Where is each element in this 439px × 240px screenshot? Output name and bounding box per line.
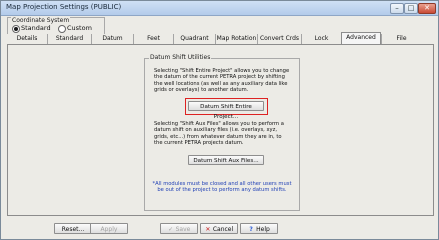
standard-radio[interactable] bbox=[12, 25, 20, 33]
save-button[interactable]: ✓ Save bbox=[160, 223, 198, 234]
apply-button[interactable]: Apply bbox=[90, 223, 128, 234]
reset-button[interactable]: Reset... bbox=[54, 223, 92, 234]
datum-shift-note: *All modules must be closed and all othe… bbox=[152, 181, 292, 194]
minimize-button[interactable]: – bbox=[390, 3, 404, 14]
help-icon: ? bbox=[249, 225, 253, 233]
tab-file[interactable]: File bbox=[381, 34, 421, 44]
tab-convert-crds[interactable]: Convert Crds bbox=[257, 34, 301, 44]
help-button[interactable]: ? Help bbox=[240, 223, 278, 234]
tab-quadrant[interactable]: Quadrant bbox=[173, 34, 215, 44]
map-projection-settings-window: Map Projection Settings (PUBLIC) – □ ✕ C… bbox=[0, 0, 439, 240]
standard-radio-label[interactable]: Standard bbox=[21, 24, 51, 32]
tab-advanced[interactable]: Advanced bbox=[341, 32, 381, 44]
shift-entire-project-description: Selecting "Shift Entire Project" allows … bbox=[154, 68, 290, 94]
tab-datum[interactable]: Datum bbox=[91, 34, 133, 44]
checkmark-icon: ✓ bbox=[168, 225, 174, 233]
datum-shift-entire-project-button[interactable]: Datum Shift Entire Project... bbox=[188, 101, 264, 120]
datum-shift-utilities-label: Datum Shift Utilities bbox=[149, 54, 212, 61]
tab-map-rotation[interactable]: Map Rotation bbox=[215, 34, 257, 44]
cancel-button[interactable]: ✕ Cancel bbox=[200, 223, 238, 234]
tab-standard[interactable]: Standard bbox=[47, 34, 91, 44]
custom-radio-label[interactable]: Custom bbox=[67, 24, 92, 32]
close-button[interactable]: ✕ bbox=[418, 3, 436, 14]
datum-shift-utilities-group: Datum Shift Utilities Selecting "Shift E… bbox=[144, 54, 300, 211]
title-bar[interactable]: Map Projection Settings (PUBLIC) – □ ✕ bbox=[1, 1, 438, 16]
save-label: Save bbox=[175, 226, 191, 233]
window-title: Map Projection Settings (PUBLIC) bbox=[6, 3, 122, 11]
tab-details[interactable]: Details bbox=[7, 34, 47, 44]
tab-feet[interactable]: Feet bbox=[133, 34, 173, 44]
advanced-tab-panel: Datum Shift Utilities Selecting "Shift E… bbox=[7, 44, 434, 216]
maximize-button[interactable]: □ bbox=[404, 3, 418, 14]
custom-radio[interactable] bbox=[58, 25, 66, 33]
cancel-label: Cancel bbox=[212, 226, 234, 233]
tab-strip: Details Standard Datum Feet Quadrant Map… bbox=[7, 32, 432, 44]
red-x-icon: ✕ bbox=[205, 225, 211, 233]
shift-aux-files-description: Selecting "Shift Aux Files" allows you t… bbox=[154, 121, 284, 147]
datum-shift-aux-files-button[interactable]: Datum Shift Aux Files... bbox=[188, 155, 264, 165]
tab-lock[interactable]: Lock bbox=[301, 34, 341, 44]
coordinate-system-label: Coordinate System bbox=[11, 17, 71, 24]
help-label: Help bbox=[256, 226, 270, 233]
